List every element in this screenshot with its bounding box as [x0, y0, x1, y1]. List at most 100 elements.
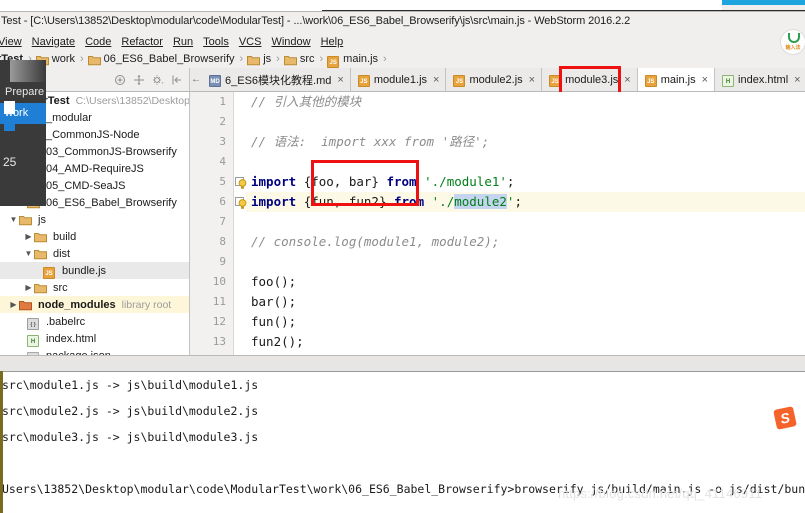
js-file-icon: JS [357, 74, 370, 87]
tree-label: 05_CMD-SeaJS [46, 179, 126, 192]
close-icon[interactable]: × [702, 74, 708, 86]
folder-icon [34, 249, 47, 260]
close-icon[interactable]: × [433, 74, 439, 86]
tab-main-js[interactable]: JS main.js × [637, 68, 716, 91]
tree-row-js[interactable]: ▼ js [0, 211, 189, 228]
close-icon[interactable]: × [794, 74, 800, 86]
menu-item-tools[interactable]: Tools [198, 36, 234, 48]
code-segment: {fun, fun2} [303, 194, 394, 209]
tab-module3-js[interactable]: JS module3.js × [542, 68, 638, 91]
menu-item-help[interactable]: Help [316, 36, 349, 48]
ime-label: 输入法 [785, 45, 801, 51]
breadcrumb[interactable]: rTest › work › 06_ES6_Babel_Browserify ›… [0, 50, 805, 68]
module-folder-icon [19, 300, 32, 311]
line-number: 5 [219, 175, 226, 188]
code-segment: fun(); [251, 314, 297, 329]
line-number: 11 [212, 295, 226, 308]
twisty-collapsed-icon[interactable]: ▶ [23, 232, 34, 241]
hide-panel-icon[interactable] [171, 74, 183, 86]
menu-item-navigate[interactable]: Navigate [27, 36, 80, 48]
ime-status-icon[interactable]: 输入法 [780, 29, 805, 55]
tree-label: _CommonJS-Node [46, 128, 140, 141]
menu-item-window[interactable]: Window [266, 36, 315, 48]
editor-tab-bar[interactable]: ← MD 6_ES6模块化教程.md × JS module1.js × JS … [0, 68, 805, 92]
line-number: 2 [219, 115, 226, 128]
html-file-icon: H [722, 74, 735, 87]
code-line: // 语法: import xxx from '路径'; [246, 132, 805, 152]
folder-icon [19, 215, 32, 226]
js-file-icon: JS [327, 55, 340, 68]
intention-bulb-icon[interactable] [238, 179, 247, 190]
gear-icon[interactable] [152, 74, 164, 86]
code-segment-selected: module2 [454, 194, 507, 209]
code-line: // console.log(module1, module2); [246, 232, 805, 252]
menu-item-run[interactable]: Run [168, 36, 198, 48]
menu-bar[interactable]: View Navigate Code Refactor Run Tools VC… [0, 33, 805, 50]
editor-fold-column[interactable] [234, 92, 246, 355]
line-number: 1 [219, 95, 226, 108]
menu-item-refactor[interactable]: Refactor [116, 36, 168, 48]
terminal-line: src\module3.js -> js\build\module3.js [2, 430, 259, 444]
tab-index-html[interactable]: H index.html × [715, 68, 805, 91]
line-number: 3 [219, 135, 226, 148]
line-number: 9 [219, 255, 226, 268]
library-root-badge: library root [121, 298, 172, 311]
code-text-area[interactable]: // 引入其他的模块 // 语法: import xxx from '路径'; … [246, 92, 805, 355]
folder-icon [34, 232, 47, 243]
tab-label: module2.js [469, 73, 523, 86]
tree-row-babelrc[interactable]: { } .babelrc [0, 313, 189, 330]
js-file-icon: JS [453, 74, 466, 87]
code-editor[interactable]: 1 2 3 4 5 6 7 8 9 10 11 12 13 // 引入其他的模块… [191, 92, 805, 355]
tab-module1-js[interactable]: JS module1.js × [350, 68, 447, 91]
overlay-row-prepare[interactable]: Prepare [0, 82, 46, 103]
scroll-from-source-icon[interactable] [133, 74, 145, 86]
close-icon[interactable]: × [337, 74, 343, 86]
tab-scroll-left-arrow[interactable]: ← [190, 68, 202, 91]
code-segment: './ [431, 194, 455, 209]
close-icon[interactable]: × [624, 74, 630, 86]
code-segment: bar(); [251, 294, 297, 309]
left-overlay-popup[interactable]: Prepare work 25 [0, 60, 46, 206]
breadcrumb-label: src [299, 53, 315, 65]
html-file-icon: H [27, 334, 40, 347]
code-line: fun(); [246, 312, 805, 332]
collapse-all-icon[interactable] [114, 74, 126, 86]
line-number: 13 [212, 335, 226, 348]
window-titlebar: Test - [C:\Users\13852\Desktop\modular\c… [0, 12, 805, 30]
tree-row-dist[interactable]: ▼ dist [0, 245, 189, 262]
breadcrumb-item-06-es6-babel-browserify[interactable]: 06_ES6_Babel_Browserify [87, 53, 236, 65]
tree-row-node-modules[interactable]: ▶ node_modules library root [0, 296, 189, 313]
tree-row-index-html[interactable]: H index.html [0, 330, 189, 347]
tree-label: build [53, 230, 77, 243]
code-segment: {foo, bar} [303, 174, 387, 189]
editor-gutter[interactable]: 1 2 3 4 5 6 7 8 9 10 11 12 13 [191, 92, 234, 355]
tab-module2-js[interactable]: JS module2.js × [446, 68, 543, 91]
breadcrumb-item-src[interactable]: src [283, 53, 316, 65]
close-icon[interactable]: × [529, 74, 535, 86]
tree-label: 04_AMD-RequireJS [46, 162, 144, 175]
panel-splitter[interactable] [0, 355, 805, 371]
menu-item-vcs[interactable]: VCS [234, 36, 267, 48]
code-segment: import [251, 194, 304, 209]
twisty-collapsed-icon[interactable]: ▶ [23, 283, 34, 292]
twisty-expanded-icon[interactable]: ▼ [23, 249, 34, 258]
watermark: https://blog.csdn.net/qq_41146911 [558, 486, 763, 501]
tree-row-bundle-js[interactable]: JS bundle.js [0, 262, 189, 279]
breadcrumb-item-js[interactable]: js [246, 53, 272, 65]
twisty-collapsed-icon[interactable]: ▶ [8, 300, 19, 309]
tree-row-src[interactable]: ▶ src [0, 279, 189, 296]
tree-row-package-json[interactable]: { } package.json [0, 347, 189, 355]
menu-item-code[interactable]: Code [80, 36, 116, 48]
menu-item-view[interactable]: View [0, 36, 27, 48]
code-segment: // 引入其他的模块 [251, 94, 362, 109]
md-file-icon: MD [209, 74, 221, 87]
breadcrumb-item-main-js[interactable]: JS main.js [326, 53, 379, 68]
line-number: 8 [219, 235, 226, 248]
intention-bulb-icon[interactable] [238, 199, 247, 210]
tab-md-tutorial[interactable]: MD 6_ES6模块化教程.md × [202, 68, 351, 91]
sogou-ime-icon[interactable]: S [773, 406, 797, 430]
tree-row-build[interactable]: ▶ build [0, 228, 189, 245]
twisty-expanded-icon[interactable]: ▼ [8, 215, 19, 224]
